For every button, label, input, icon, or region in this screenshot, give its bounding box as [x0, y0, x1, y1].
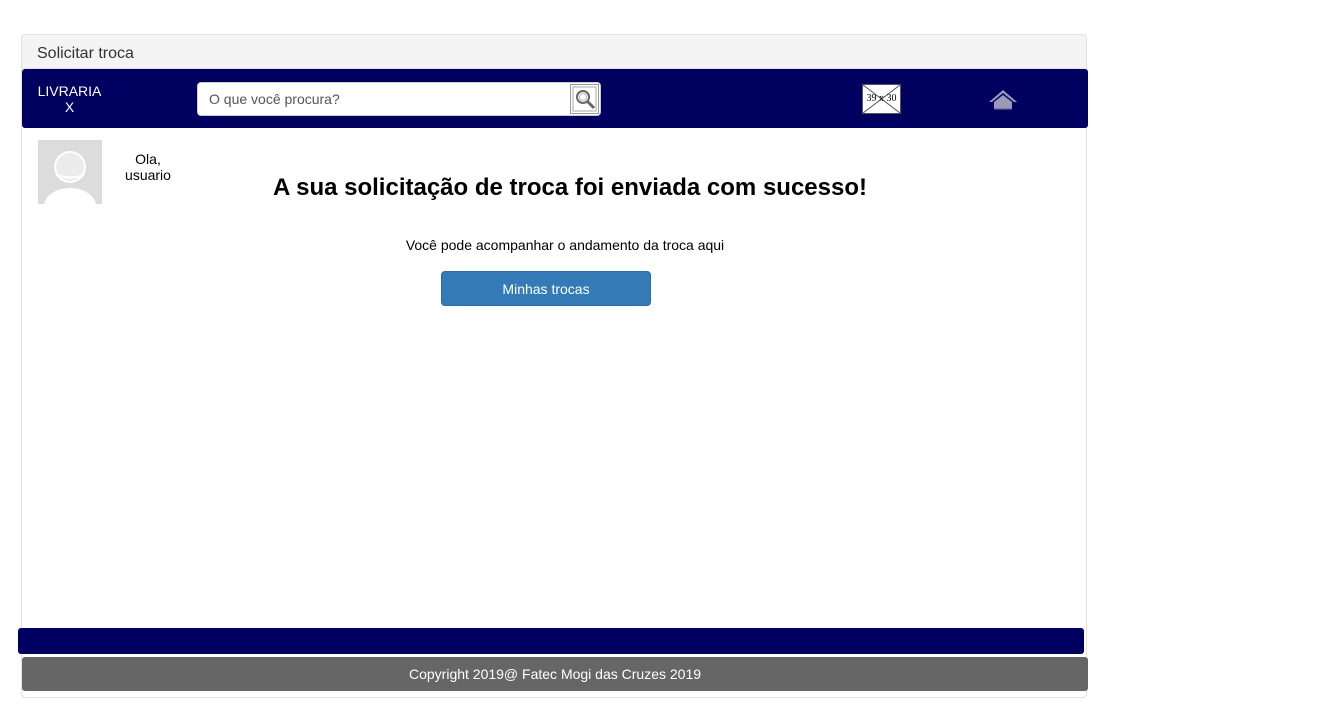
- search-button[interactable]: [570, 84, 599, 114]
- user-greeting: Ola, usuario: [110, 151, 186, 183]
- greeting-line-1: Ola,: [135, 151, 161, 167]
- success-headline: A sua solicitação de troca foi enviada c…: [273, 174, 867, 201]
- greeting-line-2: usuario: [125, 167, 171, 183]
- home-icon: [989, 90, 1017, 110]
- search-icon: [572, 86, 597, 112]
- search-input[interactable]: [198, 83, 568, 115]
- window-frame: Solicitar troca: [21, 34, 1087, 698]
- image-placeholder[interactable]: 39 x 30: [862, 84, 901, 114]
- home-button[interactable]: [987, 88, 1019, 112]
- avatar: [38, 140, 102, 204]
- window-title: Solicitar troca: [22, 35, 1086, 69]
- tracking-info-text: Você pode acompanhar o andamento da troc…: [405, 237, 725, 253]
- navbar: LIVRARIA X 39 x 30: [22, 69, 1088, 128]
- brand-line-1: LIVRARIA: [37, 83, 102, 99]
- my-exchanges-button[interactable]: Minhas trocas: [441, 271, 651, 306]
- brand-logo[interactable]: LIVRARIA X: [32, 83, 107, 115]
- avatar-icon: [38, 140, 102, 204]
- search-box: [197, 82, 601, 116]
- copyright-footer: Copyright 2019@ Fatec Mogi das Cruzes 20…: [22, 657, 1088, 691]
- image-placeholder-label: 39 x 30: [866, 93, 897, 104]
- brand-line-2: X: [64, 99, 75, 115]
- footer-bar: [18, 628, 1084, 654]
